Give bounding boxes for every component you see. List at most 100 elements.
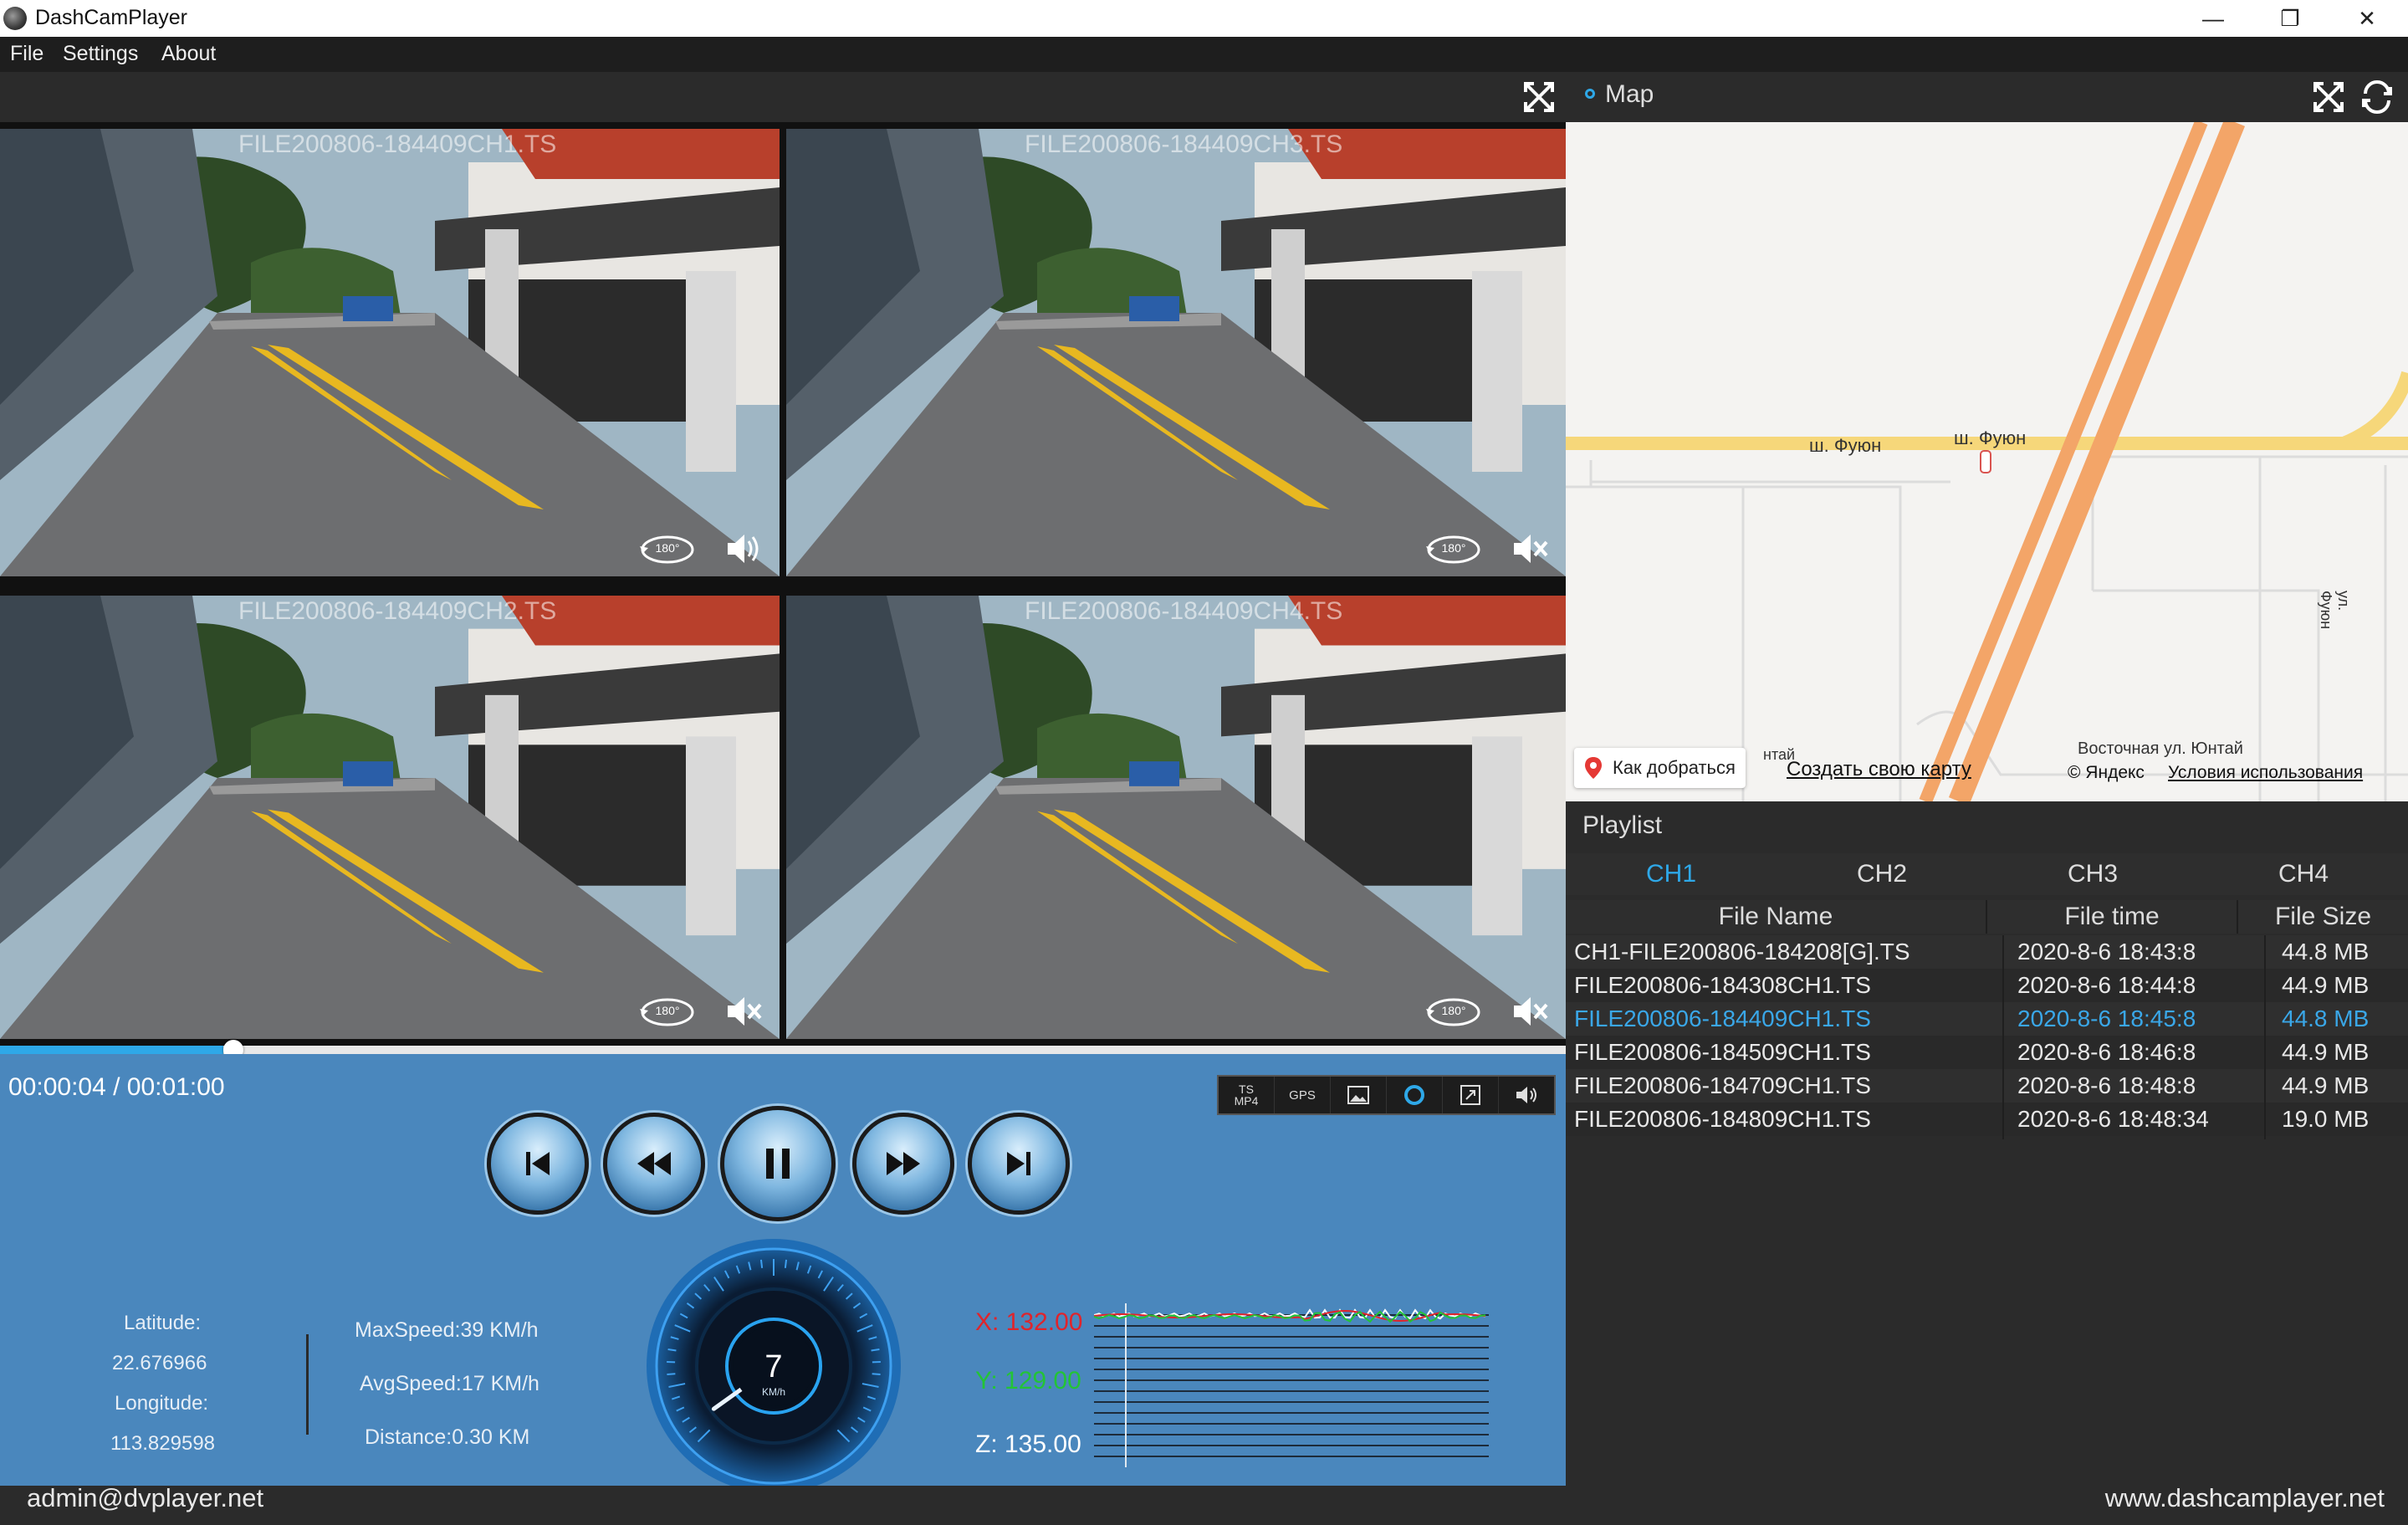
- rotate-180-icon[interactable]: 180°: [1424, 995, 1483, 1029]
- column-file-time[interactable]: File time: [1987, 900, 2238, 934]
- file-time-cell: 2020-8-6 18:48:34: [2017, 1106, 2209, 1132]
- menu-bar: [0, 37, 2408, 72]
- column-divider: [2002, 935, 2004, 1139]
- close-button[interactable]: ✕: [2329, 0, 2405, 37]
- video-channel-4[interactable]: FILE200806-184409CH4.TS 180°: [786, 596, 1566, 1039]
- menu-about[interactable]: About: [161, 42, 216, 66]
- video-filename-label: FILE200806-184409CH1.TS: [238, 130, 557, 158]
- video-filename-label: FILE200806-184409CH4.TS: [1025, 597, 1343, 625]
- rotate-180-icon[interactable]: 180°: [638, 533, 697, 566]
- g-sensor-y: Y: 129.00: [975, 1367, 1081, 1395]
- mute-icon[interactable]: [724, 992, 763, 1031]
- skip-next-icon: [1007, 1152, 1030, 1175]
- playlist-row[interactable]: FILE200806-184409CH1.TS 2020-8-6 18:45:8 4…: [1566, 1002, 2408, 1036]
- sync-button[interactable]: [1387, 1077, 1443, 1113]
- ts-to-mp4-button[interactable]: TS MP4: [1219, 1077, 1275, 1113]
- g-sensor-z: Z: 135.00: [975, 1430, 1081, 1458]
- pause-icon: [766, 1149, 790, 1179]
- mute-icon[interactable]: [1511, 530, 1549, 568]
- rotate-180-icon[interactable]: 180°: [1424, 533, 1483, 566]
- title-bar: [0, 0, 2408, 37]
- menu-settings[interactable]: Settings: [63, 42, 138, 66]
- tab-ch3[interactable]: CH3: [1987, 853, 2200, 895]
- create-map-link[interactable]: Создать свою карту: [1787, 758, 1971, 781]
- menu-file[interactable]: File: [10, 42, 43, 66]
- tab-ch4[interactable]: CH4: [2198, 853, 2408, 895]
- file-name-cell: FILE200806-184409CH1.TS: [1574, 1006, 1871, 1031]
- longitude-label: Longitude:: [115, 1392, 209, 1415]
- rotate-180-icon[interactable]: 180°: [638, 995, 697, 1029]
- speedometer: 7 KM/h: [647, 1239, 901, 1493]
- playlist-title: Playlist: [1582, 811, 1663, 839]
- gauge-tick: [784, 1259, 788, 1268]
- tab-ch2[interactable]: CH2: [1777, 853, 1989, 895]
- fast-forward-icon: [887, 1152, 920, 1175]
- footer-website: www.dashcamplayer.net: [2104, 1483, 2385, 1512]
- resize-icon: [1460, 1085, 1480, 1105]
- file-time-cell: 2020-8-6 18:44:8: [2017, 972, 2196, 998]
- terms-link[interactable]: Условия использования: [2168, 763, 2363, 783]
- file-size-cell: 44.9 MB: [2282, 1039, 2370, 1065]
- minimize-button[interactable]: —: [2175, 0, 2252, 37]
- map-refresh-icon[interactable]: [2359, 79, 2395, 115]
- column-divider: [2264, 935, 2266, 1139]
- file-size-cell: 44.9 MB: [2282, 1072, 2370, 1098]
- file-name-cell: FILE200806-184809CH1.TS: [1574, 1106, 1871, 1132]
- video-channel-1[interactable]: FILE200806-184409CH1.TS 180°: [0, 129, 780, 576]
- street-label-3: ул. Фуюн: [2318, 591, 2352, 630]
- window-title: DashCamPlayer: [35, 6, 188, 29]
- mute-icon[interactable]: [1511, 992, 1549, 1031]
- fullscreen-icon[interactable]: [1522, 80, 1556, 114]
- max-speed: MaxSpeed:39 KM/h: [355, 1318, 539, 1342]
- playlist-row[interactable]: FILE200806-184809CH1.TS 2020-8-6 18:48:34…: [1566, 1103, 2408, 1136]
- speed-value: 7: [764, 1349, 782, 1384]
- time-readout: 00:00:04 / 00:01:00: [8, 1073, 225, 1101]
- rotate-label: 180°: [1441, 541, 1466, 555]
- playlist-row[interactable]: FILE200806-184509CH1.TS 2020-8-6 18:46:8 4…: [1566, 1036, 2408, 1069]
- playlist-row[interactable]: FILE200806-184308CH1.TS 2020-8-6 18:44:8 4…: [1566, 969, 2408, 1002]
- maximize-button[interactable]: ❐: [2252, 0, 2329, 37]
- pause-button[interactable]: [720, 1106, 836, 1221]
- file-name-cell: FILE200806-184308CH1.TS: [1574, 972, 1871, 998]
- file-time-cell: 2020-8-6 18:45:8: [2017, 1006, 2196, 1031]
- file-time-cell: 2020-8-6 18:43:8: [2017, 939, 2196, 965]
- rewind-button[interactable]: [603, 1113, 705, 1215]
- directions-button[interactable]: Как добраться: [1574, 748, 1746, 788]
- gps-export-button[interactable]: GPS: [1275, 1077, 1331, 1113]
- next-button[interactable]: [968, 1113, 1070, 1215]
- fast-forward-button[interactable]: [852, 1113, 954, 1215]
- tab-ch1[interactable]: CH1: [1566, 853, 1778, 895]
- divider: [306, 1334, 309, 1435]
- file-size-cell: 44.8 MB: [2282, 1006, 2370, 1031]
- column-file-size[interactable]: File Size: [2238, 900, 2408, 934]
- previous-button[interactable]: [487, 1113, 589, 1215]
- video-channel-2[interactable]: FILE200806-184409CH2.TS 180°: [0, 596, 780, 1039]
- file-name-cell: FILE200806-184509CH1.TS: [1574, 1039, 1871, 1065]
- map-fullscreen-icon[interactable]: [2312, 80, 2345, 114]
- file-time-cell: 2020-8-6 18:48:8: [2017, 1072, 2196, 1098]
- video-channel-3[interactable]: FILE200806-184409CH3.TS 180°: [786, 129, 1566, 576]
- volume-icon[interactable]: [724, 530, 763, 568]
- app-logo-icon: [3, 7, 27, 30]
- latitude-value: 22.676966: [112, 1352, 207, 1374]
- playlist-row[interactable]: FILE200806-184709CH1.TS 2020-8-6 18:48:8 4…: [1566, 1069, 2408, 1103]
- video-filename-label: FILE200806-184409CH2.TS: [238, 597, 557, 625]
- snapshot-button[interactable]: [1331, 1077, 1387, 1113]
- column-file-name[interactable]: File Name: [1566, 900, 1987, 934]
- file-size-cell: 19.0 MB: [2282, 1106, 2370, 1132]
- file-size-cell: 44.9 MB: [2282, 972, 2370, 998]
- file-name-cell: FILE200806-184709CH1.TS: [1574, 1072, 1871, 1098]
- video-header: [0, 72, 1566, 122]
- map-view[interactable]: ш. Фуюн ш. Фуюн ул. Фуюн Восточная ул. Ю…: [1566, 122, 2408, 801]
- distance: Distance:0.30 KM: [365, 1425, 530, 1449]
- longitude-value: 113.829598: [110, 1432, 216, 1455]
- rotate-label: 180°: [1441, 1004, 1466, 1017]
- toolstrip: TS MP4 GPS: [1217, 1075, 1556, 1115]
- avg-speed: AvgSpeed:17 KM/h: [360, 1372, 539, 1395]
- volume-button[interactable]: [1499, 1077, 1554, 1113]
- skip-previous-icon: [526, 1152, 550, 1175]
- playlist-row[interactable]: CH1-FILE200806-184208[G].TS 2020-8-6 18:4…: [1566, 935, 2408, 969]
- gauge-tick: [759, 1259, 764, 1268]
- street-label-1: ш. Фуюн: [1809, 435, 1882, 456]
- fit-window-button[interactable]: [1443, 1077, 1499, 1113]
